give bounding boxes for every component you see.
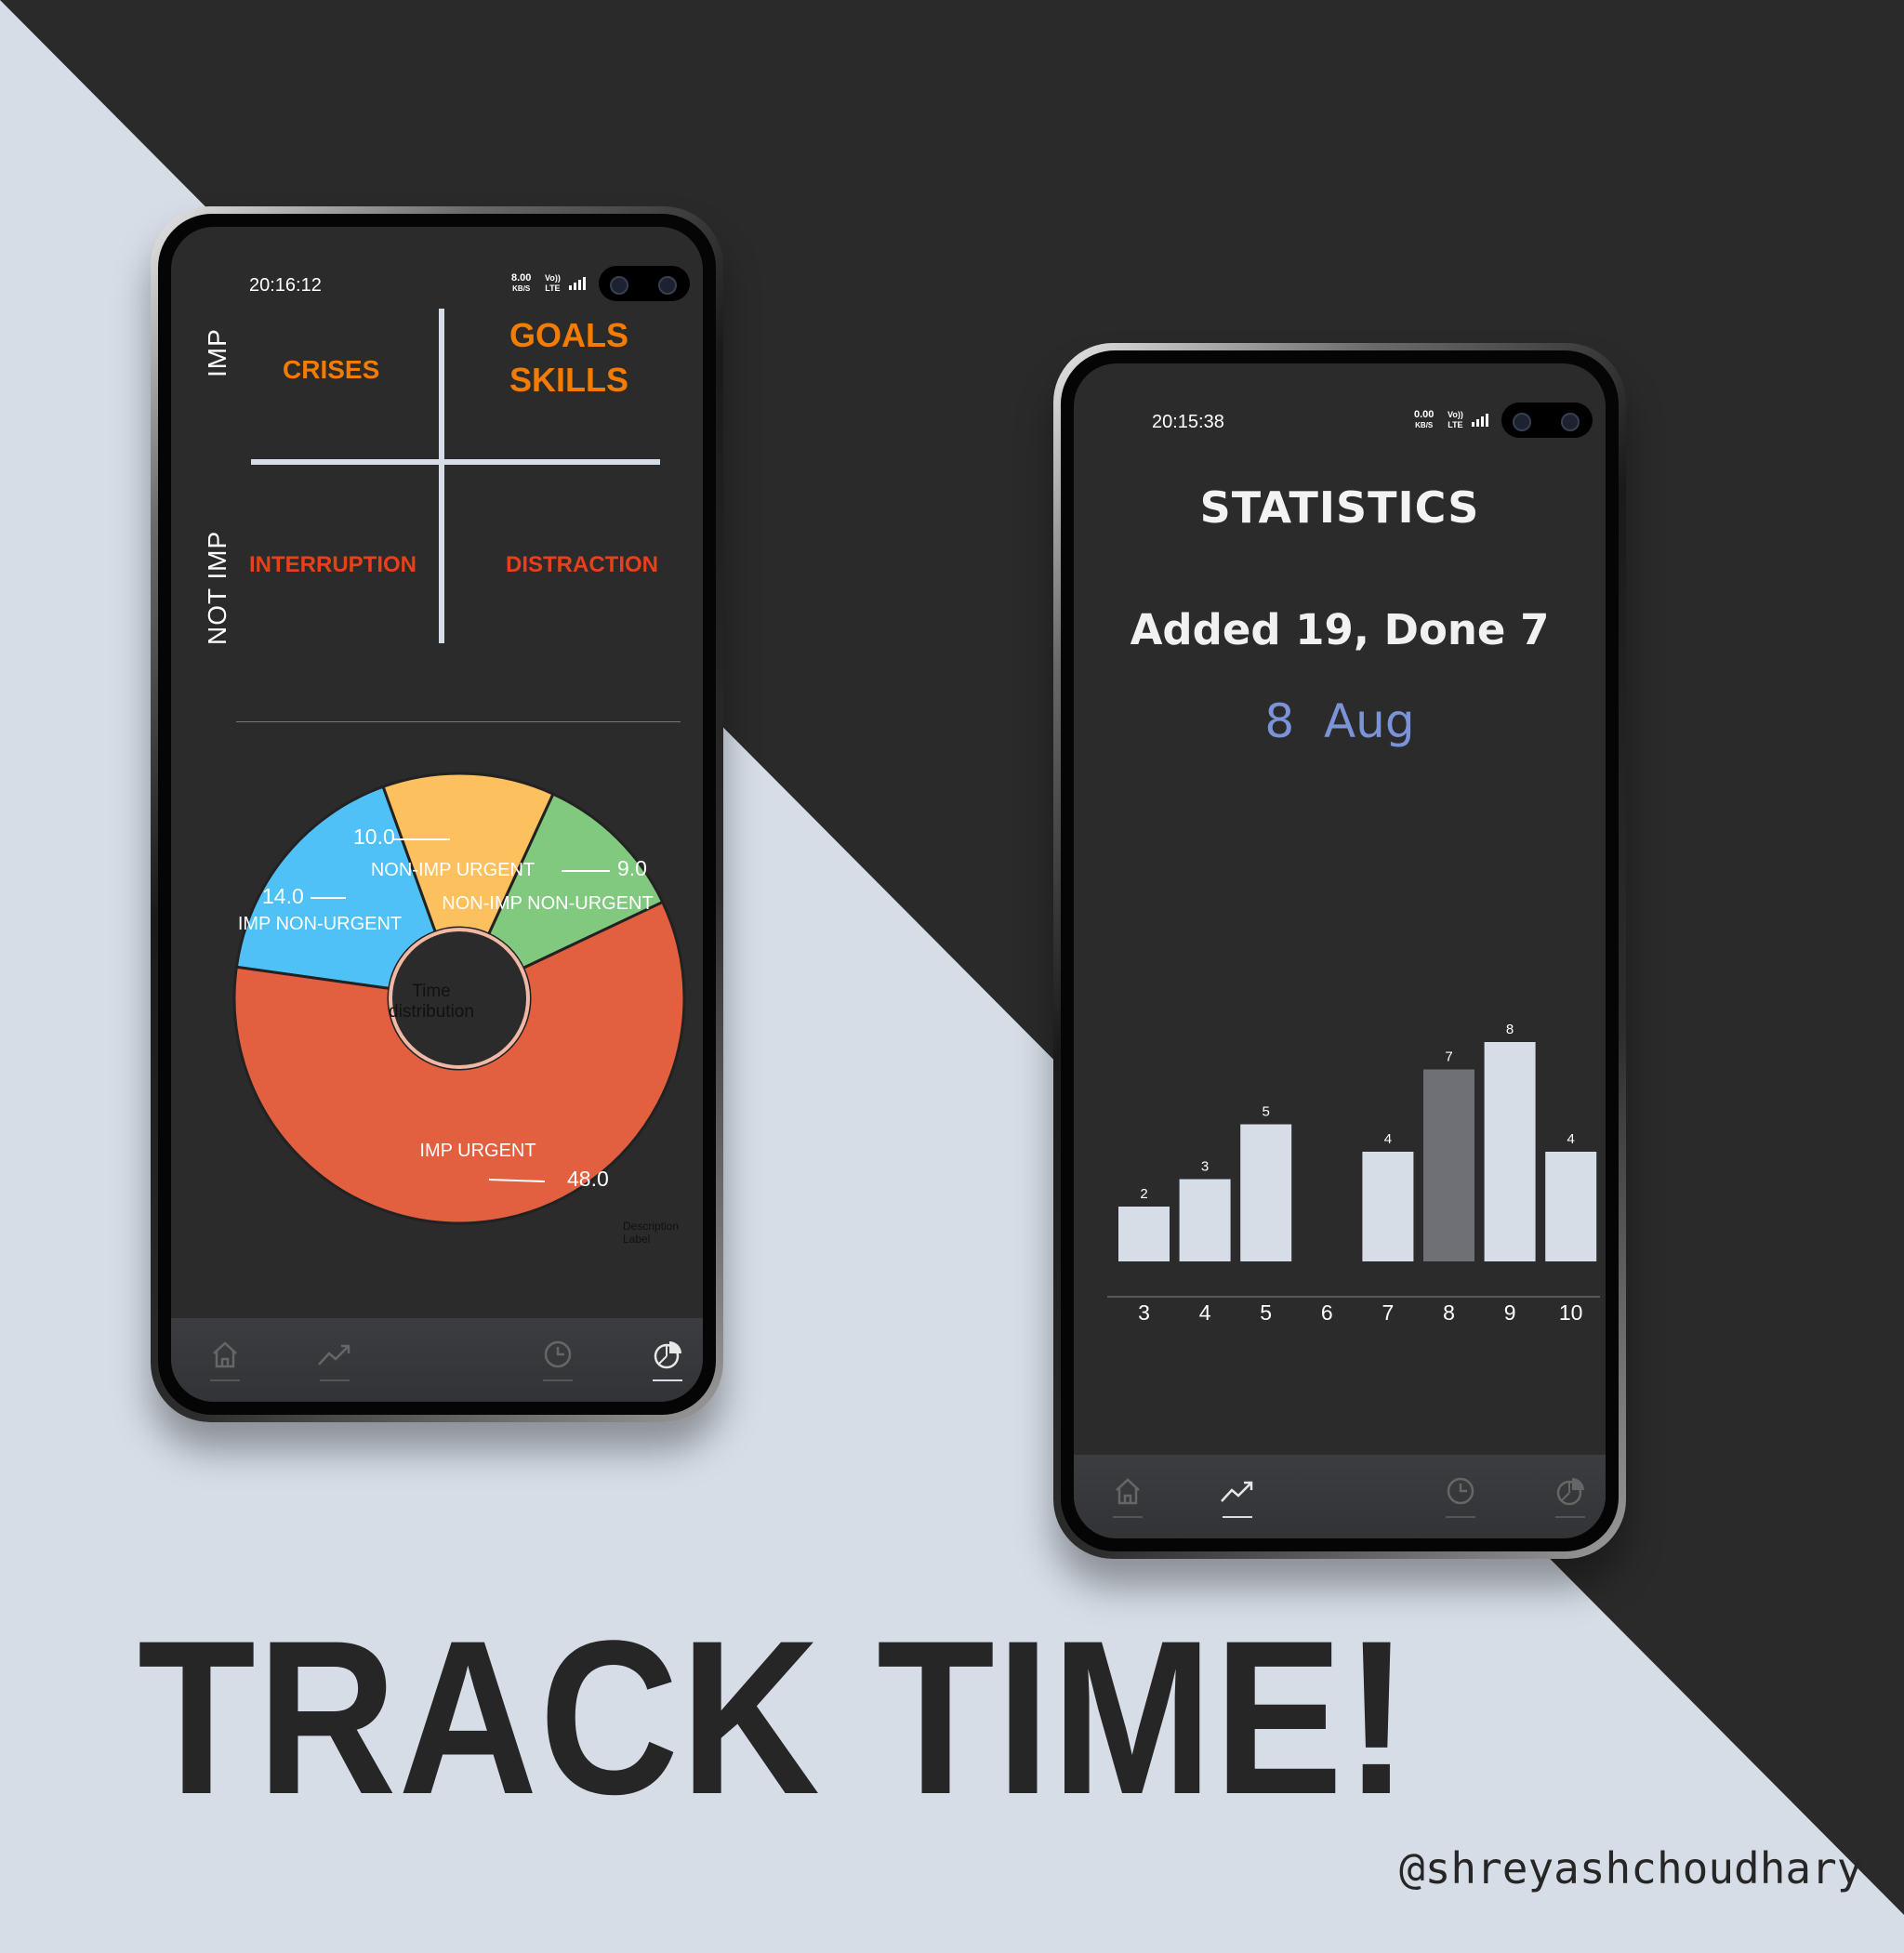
front-camera [599, 266, 690, 301]
nav-statistics[interactable] [1219, 1475, 1256, 1518]
trend-icon [318, 1344, 350, 1366]
front-camera [1501, 402, 1593, 438]
pie-slice-label: IMP NON-URGENT [238, 914, 402, 934]
x-tick-label[interactable]: 10 [1559, 1300, 1583, 1325]
net-speed: 8.00 KB/S [511, 272, 532, 294]
x-tick-label[interactable]: 8 [1443, 1300, 1455, 1325]
quadrant-crises: CRISES [283, 355, 380, 384]
quadrant-distraction: DISTRACTION [506, 552, 658, 577]
nav-statistics[interactable] [316, 1339, 353, 1381]
bar-day-10[interactable] [1545, 1152, 1597, 1261]
bar-value-label: 7 [1445, 1049, 1452, 1065]
status-time: 20:16:12 [249, 275, 322, 296]
home-icon [213, 1341, 237, 1368]
matrix-vertical-divider [439, 309, 444, 643]
home-icon [1116, 1478, 1140, 1505]
pie-slice-value: 10.0 [353, 825, 395, 849]
x-tick-label[interactable]: 6 [1321, 1300, 1333, 1325]
bar-value-label: 3 [1201, 1159, 1209, 1175]
headline: TRACK TIME! [138, 1595, 1411, 1841]
quadrant-goals: GOALS [509, 316, 629, 354]
matrix-horizontal-divider [251, 459, 660, 465]
x-tick-label[interactable]: 7 [1382, 1300, 1395, 1325]
signal-icon [1472, 414, 1488, 427]
author-handle-wrapper: @shreyashchoudhary [1399, 1836, 1878, 1910]
quadrant-skills: SKILLS [509, 361, 629, 399]
bar-value-label: 5 [1263, 1104, 1270, 1120]
pie-chart-icon [1556, 1478, 1584, 1506]
axis-not-imp-label: NOT IMP [203, 530, 231, 645]
nav-home[interactable] [1109, 1475, 1146, 1518]
net-type: Vo)) LTE [545, 273, 561, 293]
bottom-nav [1074, 1455, 1606, 1538]
author-handle: @shreyashchoudhary [1399, 1843, 1863, 1894]
pie-slice-label: IMP URGENT [419, 1141, 536, 1161]
section-divider [236, 721, 681, 722]
bar-day-8[interactable] [1423, 1069, 1474, 1262]
selected-date[interactable]: 8 Aug [1074, 694, 1606, 748]
nav-timer[interactable] [1442, 1475, 1479, 1518]
signal-icon [569, 277, 586, 290]
quadrant-screen: 20:16:12 8.00 KB/S Vo)) LTE IMP NOT IMP … [171, 227, 703, 1402]
bar-day-9[interactable] [1484, 1042, 1536, 1261]
quadrant-interruption: INTERRUPTION [249, 552, 416, 577]
bar-value-label: 4 [1567, 1131, 1575, 1147]
net-speed: 0.00 KB/S [1414, 409, 1435, 430]
statistics-screen: 20:15:38 0.00 KB/S Vo)) LTE STATISTICS A… [1074, 363, 1606, 1538]
pie-chart-icon [654, 1341, 681, 1369]
clock-icon [544, 1340, 572, 1368]
status-time: 20:15:38 [1152, 412, 1224, 432]
tasks-summary: Added 19, Done 7 [1130, 605, 1550, 654]
phone-quadrant-screen: 20:16:12 8.00 KB/S Vo)) LTE IMP NOT IMP … [151, 206, 723, 1422]
bar-day-4[interactable] [1179, 1179, 1231, 1262]
pie-description-label: Description Label [623, 1220, 680, 1246]
bar-value-label: 8 [1506, 1023, 1514, 1037]
pie-slice-value: 9.0 [617, 856, 647, 880]
bar-day-3[interactable] [1118, 1207, 1170, 1261]
trend-icon [1221, 1481, 1253, 1502]
clock-icon [1447, 1477, 1474, 1505]
pie-center-label: Time distribution [389, 982, 474, 1022]
axis-imp-label: IMP [203, 328, 231, 377]
bottom-nav [171, 1318, 703, 1402]
daily-tasks-bar-chart: 2 3 3 4 5 5 6 4 7 7 8 8 9 4 10 [1107, 1023, 1600, 1325]
pie-slice-label: NON-IMP NON-URGENT [442, 893, 653, 914]
x-tick-label[interactable]: 5 [1260, 1300, 1272, 1325]
pie-slice-value: 14.0 [262, 884, 304, 908]
nav-timer[interactable] [539, 1339, 576, 1381]
bar-day-5[interactable] [1240, 1124, 1292, 1262]
phone-statistics-screen: 20:15:38 0.00 KB/S Vo)) LTE STATISTICS A… [1053, 343, 1626, 1559]
nav-distribution[interactable] [1552, 1475, 1589, 1518]
page-title: STATISTICS [1199, 482, 1480, 533]
pie-slice-label: NON-IMP URGENT [371, 860, 535, 880]
bar-value-label: 2 [1140, 1186, 1147, 1202]
x-tick-label[interactable]: 3 [1138, 1300, 1150, 1325]
x-tick-label[interactable]: 9 [1504, 1300, 1516, 1325]
net-type: Vo)) LTE [1448, 410, 1463, 429]
nav-distribution[interactable] [649, 1339, 686, 1381]
nav-home[interactable] [206, 1339, 244, 1381]
bar-value-label: 4 [1384, 1131, 1392, 1147]
x-tick-label[interactable]: 4 [1199, 1300, 1211, 1325]
bar-day-7[interactable] [1362, 1152, 1414, 1261]
pie-slice-value: 48.0 [567, 1167, 609, 1191]
